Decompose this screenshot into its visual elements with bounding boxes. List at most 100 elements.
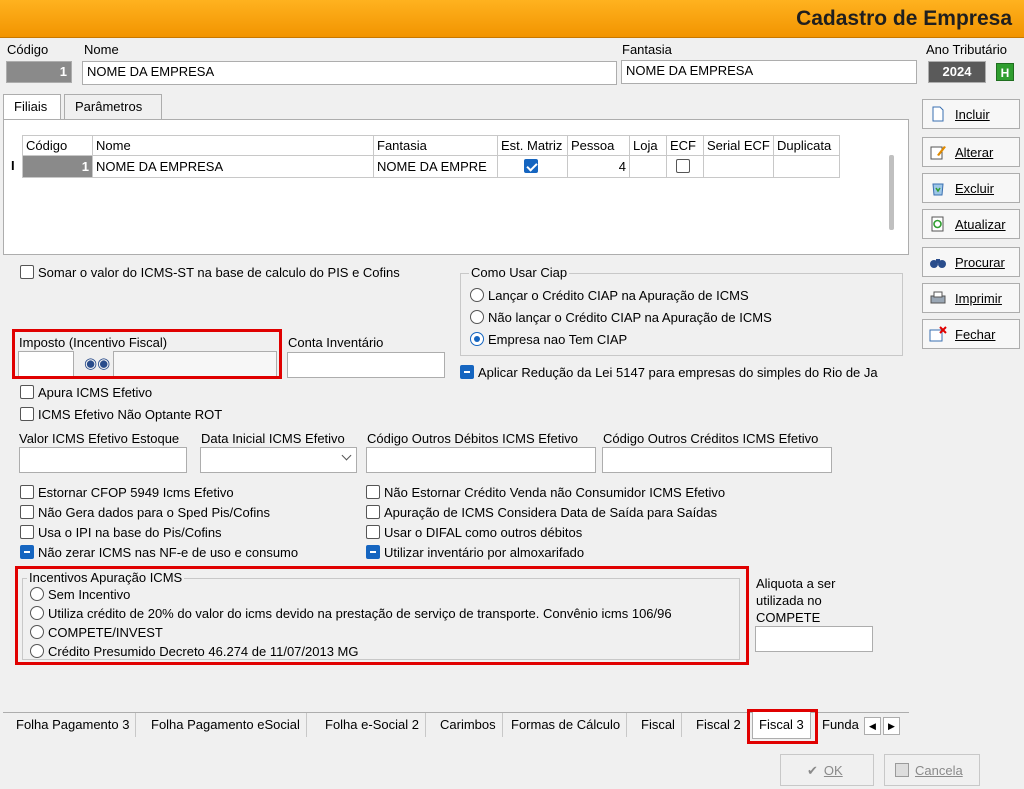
nao-gera-sped-checkbox[interactable] xyxy=(20,505,34,519)
nao-estornar-credito-checkbox[interactable] xyxy=(366,485,380,499)
nao-gera-sped-label: Não Gera dados para o Sped Pis/Cofins xyxy=(38,505,270,520)
ano-history-button[interactable]: H xyxy=(996,63,1014,81)
cell-ecf[interactable] xyxy=(666,155,704,178)
ecf-checkbox[interactable] xyxy=(676,159,690,173)
col-codigo[interactable]: Código xyxy=(22,135,93,156)
tab-folha-pagamento-esocial[interactable]: Folha Pagamento eSocial xyxy=(145,713,307,737)
col-ecf[interactable]: ECF xyxy=(666,135,704,156)
utilizar-inventario-option[interactable]: Utilizar inventário por almoxarifado xyxy=(366,545,584,560)
col-nome[interactable]: Nome xyxy=(92,135,374,156)
utilizar-inventario-checkbox[interactable] xyxy=(366,545,380,559)
utilizar-inventario-label: Utilizar inventário por almoxarifado xyxy=(384,545,585,560)
apura-icms-efetivo-checkbox[interactable] xyxy=(20,385,34,399)
excluir-button[interactable]: Excluir xyxy=(922,173,1020,203)
col-duplicata[interactable]: Duplicata xyxy=(773,135,840,156)
tabs-scroll-right-icon[interactable]: ▶ xyxy=(883,717,900,735)
grid-scrollbar[interactable] xyxy=(889,155,894,230)
nao-gera-sped-option[interactable]: Não Gera dados para o Sped Pis/Cofins xyxy=(20,505,270,520)
icms-nao-optante-checkbox[interactable] xyxy=(20,407,34,421)
aplicar-reducao-option[interactable]: Aplicar Redução da Lei 5147 para empresa… xyxy=(460,365,878,380)
apuracao-data-saida-checkbox[interactable] xyxy=(366,505,380,519)
cell-fantasia[interactable]: NOME DA EMPRE xyxy=(373,155,498,178)
document-icon xyxy=(932,106,944,122)
valor-icms-estoque-field[interactable] xyxy=(19,447,187,473)
tab-filiais[interactable]: Filiais xyxy=(3,94,61,120)
usa-ipi-checkbox[interactable] xyxy=(20,525,34,539)
cell-est-matriz[interactable] xyxy=(497,155,568,178)
cancela-button[interactable]: Cancela xyxy=(884,754,980,786)
alterar-button[interactable]: Alterar xyxy=(922,137,1020,167)
tab-funda[interactable]: Funda xyxy=(816,713,862,737)
codigo-outros-debitos-label: Código Outros Débitos ICMS Efetivo xyxy=(367,431,578,446)
tab-fiscal[interactable]: Fiscal xyxy=(635,713,682,737)
codigo-label: Código xyxy=(7,42,49,57)
ciap-option-1[interactable]: Lançar o Crédito CIAP na Apuração de ICM… xyxy=(470,288,749,303)
ciap-option-3[interactable]: Empresa nao Tem CIAP xyxy=(470,332,627,347)
ciap-radio-3[interactable] xyxy=(470,332,484,346)
codigo-field[interactable]: 1 xyxy=(6,61,72,83)
fiscal-3-highlight-box xyxy=(747,709,818,744)
cell-loja[interactable] xyxy=(629,155,667,178)
aliquota-label-line2: utilizada no xyxy=(756,593,822,608)
binoculars-icon xyxy=(930,259,946,268)
usar-difal-label: Usar o DIFAL como outros débitos xyxy=(384,525,583,540)
cell-serial-ecf[interactable] xyxy=(703,155,774,178)
cell-nome[interactable]: NOME DA EMPRESA xyxy=(92,155,374,178)
ano-tributario-field[interactable]: 2024 xyxy=(928,61,986,83)
aplicar-reducao-checkbox[interactable] xyxy=(460,365,474,379)
est-matriz-checkbox[interactable] xyxy=(523,159,538,173)
fechar-button[interactable]: Fechar xyxy=(922,319,1020,349)
tab-carimbos[interactable]: Carimbos xyxy=(434,713,503,737)
apura-icms-efetivo-option[interactable]: Apura ICMS Efetivo xyxy=(20,385,152,400)
cell-codigo[interactable]: 1 xyxy=(22,155,93,178)
fantasia-field[interactable]: NOME DA EMPRESA xyxy=(621,60,917,84)
somar-icms-st-checkbox[interactable] xyxy=(20,265,34,279)
tab-parametros[interactable]: Parâmetros xyxy=(64,94,162,120)
col-serial-ecf[interactable]: Serial ECF xyxy=(703,135,774,156)
usa-ipi-option[interactable]: Usa o IPI na base do Pis/Cofins xyxy=(20,525,222,540)
ciap-radio-2[interactable] xyxy=(470,310,484,324)
codigo-outros-debitos-field[interactable] xyxy=(366,447,596,473)
excluir-label: Excluir xyxy=(955,181,995,196)
tabs-scroll-left-icon[interactable]: ◀ xyxy=(864,717,881,735)
ok-label: OK xyxy=(823,763,843,778)
col-est-matriz[interactable]: Est. Matriz xyxy=(497,135,568,156)
ok-button[interactable]: ✔ OK xyxy=(780,754,874,786)
nome-field[interactable]: NOME DA EMPRESA xyxy=(82,61,617,85)
apuracao-data-saida-option[interactable]: Apuração de ICMS Considera Data de Saída… xyxy=(366,505,717,520)
nao-zerar-icms-option[interactable]: Não zerar ICMS nas NF-e de uso e consumo xyxy=(20,545,298,560)
cell-duplicata[interactable] xyxy=(773,155,840,178)
chevron-down-icon xyxy=(341,450,352,461)
aliquota-field[interactable] xyxy=(755,626,873,652)
valor-icms-estoque-label: Valor ICMS Efetivo Estoque xyxy=(19,431,180,446)
estornar-cfop-option[interactable]: Estornar CFOP 5949 Icms Efetivo xyxy=(20,485,234,500)
table-row[interactable]: 1 NOME DA EMPRESA NOME DA EMPRE 4 xyxy=(22,155,840,178)
estornar-cfop-checkbox[interactable] xyxy=(20,485,34,499)
tab-formas-de-calculo[interactable]: Formas de Cálculo xyxy=(505,713,628,737)
col-pessoa[interactable]: Pessoa xyxy=(567,135,630,156)
somar-icms-st-option[interactable]: Somar o valor do ICMS-ST na base de calc… xyxy=(20,265,400,280)
ciap-option-2[interactable]: Não lançar o Crédito CIAP na Apuração de… xyxy=(470,310,772,325)
incluir-button[interactable]: Incluir xyxy=(922,99,1020,129)
tab-fiscal-2[interactable]: Fiscal 2 xyxy=(690,713,748,737)
cell-pessoa[interactable]: 4 xyxy=(567,155,630,178)
imprimir-button[interactable]: Imprimir xyxy=(922,283,1020,313)
procurar-button[interactable]: Procurar xyxy=(922,247,1020,277)
codigo-outros-creditos-field[interactable] xyxy=(602,447,832,473)
data-inicial-dropdown[interactable] xyxy=(200,447,357,473)
tab-folha-pagamento-3[interactable]: Folha Pagamento 3 xyxy=(10,713,137,737)
col-loja[interactable]: Loja xyxy=(629,135,667,156)
ciap-radio-1[interactable] xyxy=(470,288,484,302)
usar-difal-checkbox[interactable] xyxy=(366,525,380,539)
col-fantasia[interactable]: Fantasia xyxy=(373,135,498,156)
aliquota-label-line1: Aliquota a ser xyxy=(756,576,836,591)
tab-folha-esocial-2[interactable]: Folha e-Social 2 xyxy=(319,713,426,737)
conta-inventario-field[interactable] xyxy=(287,352,445,378)
nao-estornar-credito-option[interactable]: Não Estornar Crédito Venda não Consumido… xyxy=(366,485,725,500)
atualizar-button[interactable]: Atualizar xyxy=(922,209,1020,239)
check-icon: ✔ xyxy=(807,763,818,778)
incluir-label: Incluir xyxy=(955,107,990,122)
icms-nao-optante-option[interactable]: ICMS Efetivo Não Optante ROT xyxy=(20,407,222,422)
nao-zerar-icms-checkbox[interactable] xyxy=(20,545,34,559)
usar-difal-option[interactable]: Usar o DIFAL como outros débitos xyxy=(366,525,582,540)
